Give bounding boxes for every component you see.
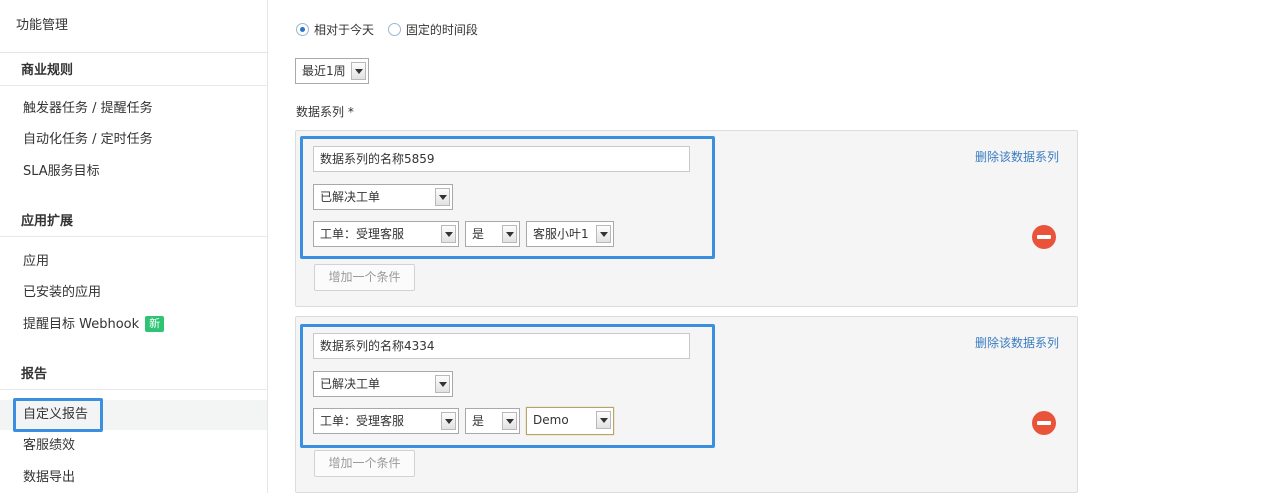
radio-selected-icon (296, 23, 309, 36)
sidebar-item-automations[interactable]: 自动化任务 / 定时任务 (0, 127, 267, 153)
delete-series-link[interactable]: 删除该数据系列 (975, 148, 1059, 165)
time-mode-radios: 相对于今天 固定的时间段 (296, 21, 488, 39)
range-select[interactable]: 最近1周 (295, 58, 369, 84)
radio-unselected-icon (387, 23, 401, 36)
radio-relative[interactable]: 相对于今天 (296, 21, 374, 38)
series-panel-1: 数据系列的名称5859 已解决工单 工单：受理客服 是 客服小叶1 删除该数据系… (295, 130, 1078, 307)
radio-fixed[interactable]: 固定的时间段 (387, 21, 478, 38)
chevron-down-icon (596, 225, 611, 243)
chevron-down-icon (441, 412, 456, 430)
condition-value-select[interactable]: Demo (526, 407, 614, 435)
chevron-down-icon (502, 412, 517, 430)
section-heading-app-extensions: 应用扩展 (0, 207, 267, 237)
chevron-down-icon (435, 188, 450, 206)
series-type-select[interactable]: 已解决工单 (313, 184, 453, 210)
condition-operator-select[interactable]: 是 (465, 408, 520, 434)
condition-field-select[interactable]: 工单：受理客服 (313, 408, 459, 434)
condition-value-text: 客服小叶1 (533, 227, 589, 241)
condition-operator-value: 是 (472, 227, 485, 241)
chevron-down-icon (435, 375, 450, 393)
add-condition-button[interactable]: 增加一个条件 (314, 264, 415, 291)
sidebar-item-installed-apps[interactable]: 已安装的应用 (0, 280, 267, 306)
condition-operator-value: 是 (472, 414, 485, 428)
new-badge: 新 (145, 316, 165, 332)
series-name-input[interactable]: 数据系列的名称4334 (313, 333, 690, 359)
condition-value-text: Demo (533, 413, 569, 427)
radio-relative-label: 相对于今天 (314, 23, 375, 37)
add-condition-button[interactable]: 增加一个条件 (314, 450, 415, 477)
condition-operator-select[interactable]: 是 (465, 221, 520, 247)
series-type-value: 已解决工单 (320, 377, 381, 391)
series-name-input[interactable]: 数据系列的名称5859 (313, 146, 690, 172)
sidebar-item-webhook[interactable]: 提醒目标 Webhook 新 (0, 312, 267, 338)
remove-condition-icon[interactable] (1032, 225, 1056, 249)
condition-value-select[interactable]: 客服小叶1 (526, 221, 614, 247)
sidebar-item-data-export[interactable]: 数据导出 (0, 465, 267, 491)
delete-series-link[interactable]: 删除该数据系列 (975, 334, 1059, 351)
sidebar-item-triggers[interactable]: 触发器任务 / 提醒任务 (0, 96, 267, 122)
section-heading-reports: 报告 (0, 360, 267, 390)
series-panel-2: 数据系列的名称4334 已解决工单 工单：受理客服 是 Demo 删除该数据系列… (295, 316, 1078, 493)
series-type-value: 已解决工单 (320, 190, 381, 204)
section-heading-business-rules: 商业规则 (0, 56, 267, 86)
highlight-custom-reports (13, 398, 103, 432)
sidebar-item-sla[interactable]: SLA服务目标 (0, 159, 267, 185)
chevron-down-icon (502, 225, 517, 243)
series-type-select[interactable]: 已解决工单 (313, 371, 453, 397)
sidebar-item-apps[interactable]: 应用 (0, 249, 267, 275)
chevron-down-icon (351, 62, 366, 80)
range-select-value: 最近1周 (302, 64, 346, 78)
condition-field-value: 工单：受理客服 (320, 414, 405, 428)
condition-field-select[interactable]: 工单：受理客服 (313, 221, 459, 247)
condition-field-value: 工单：受理客服 (320, 227, 405, 241)
sidebar-item-webhook-label: 提醒目标 Webhook (23, 317, 140, 332)
report-editor: 相对于今天 固定的时间段 最近1周 数据系列 * 数据系列的名称5859 已解决… (268, 0, 1261, 493)
chevron-down-icon (441, 225, 456, 243)
sidebar-item-agent-performance[interactable]: 客服绩效 (0, 433, 267, 459)
remove-condition-icon[interactable] (1032, 411, 1056, 435)
sidebar: 功能管理 商业规则 触发器任务 / 提醒任务 自动化任务 / 定时任务 SLA服… (0, 0, 268, 493)
sidebar-title: 功能管理 (0, 0, 267, 53)
chevron-down-icon (596, 411, 611, 429)
series-label: 数据系列 * (296, 105, 354, 119)
radio-fixed-label: 固定的时间段 (405, 23, 478, 37)
